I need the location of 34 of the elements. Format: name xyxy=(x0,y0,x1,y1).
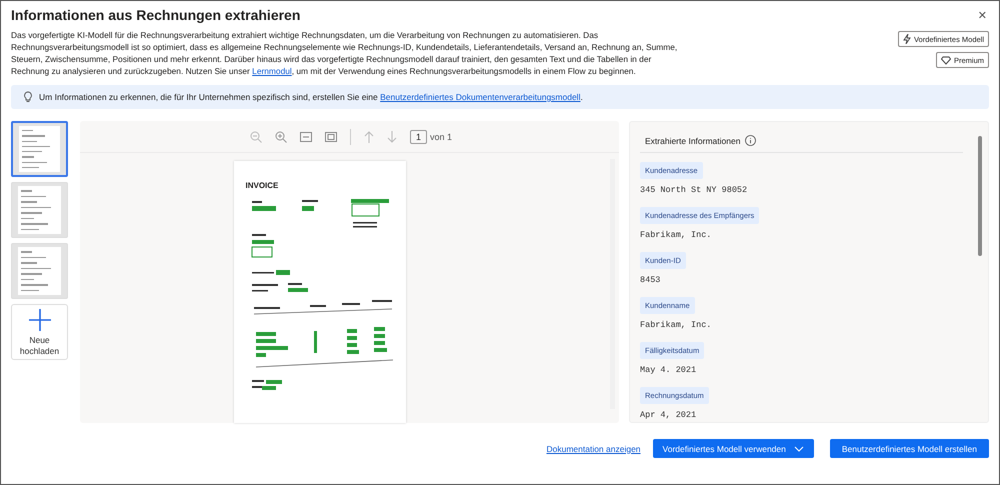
zoom-in-icon xyxy=(275,130,287,142)
panel-title: Extrahierte Informationen xyxy=(645,136,740,146)
arrow-down-icon xyxy=(387,130,397,142)
fit-page-icon xyxy=(325,132,337,142)
chevron-down-icon xyxy=(794,446,804,452)
diamond-icon xyxy=(940,55,951,65)
window-title: Informationen aus Rechnungen extrahieren xyxy=(11,7,300,23)
close-button[interactable]: ✕ xyxy=(976,8,989,22)
fit-width-icon xyxy=(300,132,312,142)
learn-module-link[interactable]: Lernmodul xyxy=(252,66,292,76)
page-thumbnail[interactable] xyxy=(11,121,68,177)
field-value: Fabrikam, Inc. xyxy=(640,230,712,240)
lightning-icon xyxy=(902,34,911,44)
zoom-out-icon xyxy=(250,130,262,142)
invoice-heading: INVOICE xyxy=(246,181,278,190)
plus-icon xyxy=(28,309,50,331)
upload-button[interactable]: Neue hochladen xyxy=(11,304,68,360)
field-value: 8453 xyxy=(640,275,660,285)
field-value: May 4. 2021 xyxy=(640,365,696,375)
scrollbar[interactable] xyxy=(978,136,982,256)
create-model-button[interactable]: Benutzerdefiniertes Modell erstellen xyxy=(830,439,989,458)
lightbulb-icon xyxy=(23,91,33,103)
custom-model-link[interactable]: Benutzerdefiniertes Dokumentenverarbeitungsmodell xyxy=(380,92,580,102)
field-value: Fabrikam, Inc. xyxy=(640,320,712,330)
info-icon xyxy=(745,135,756,146)
page-number-field[interactable]: 1 xyxy=(410,130,427,144)
field-value: 345 North St NY 98052 xyxy=(640,185,748,195)
page-total: von 1 xyxy=(430,132,452,142)
arrow-up-icon xyxy=(364,130,374,142)
banner-text: Um Informationen zu erkennen, die für Ihr Unternehmen spezifisch sind, erstellen Sie eine Benutzerdefiniertes Dokumentenverarbeitungsmodell. xyxy=(39,92,583,102)
description-text: Das vorgefertigte KI-Modell für die Rechnungsverarbeitung extrahiert wichtige Rechnungsdaten, um die Verarbeitung von Rechnungen zu automatisieren. Das Rechnungsverarbeitungsmodell ist so optimiert, dass es allgemeine Rechnungselemente wie Rechnungs-ID, Kundendetails, Lieferantendetails, Versand an, Rechnung an, Summe, Steuern, Zwischensumme, Positionen und mehr erkennt. Darüber hinaus wird das vorgefertigte Rechnungsmodell darauf trainiert, den gesamten Text und die Tabellen in der Rechnung zu analysieren und zurückzugeben. Nutzen Sie unser Lernmodul, um mit der Verwendung eines Rechnungsverarbeitungsmodells in einem Flow zu beginnen. xyxy=(11,29,678,77)
use-model-button[interactable]: Vordefiniertes Modell verwenden xyxy=(652,439,814,458)
documentation-link[interactable]: Dokumentation anzeigen xyxy=(546,444,641,454)
field-value: Apr 4, 2021 xyxy=(640,410,696,420)
